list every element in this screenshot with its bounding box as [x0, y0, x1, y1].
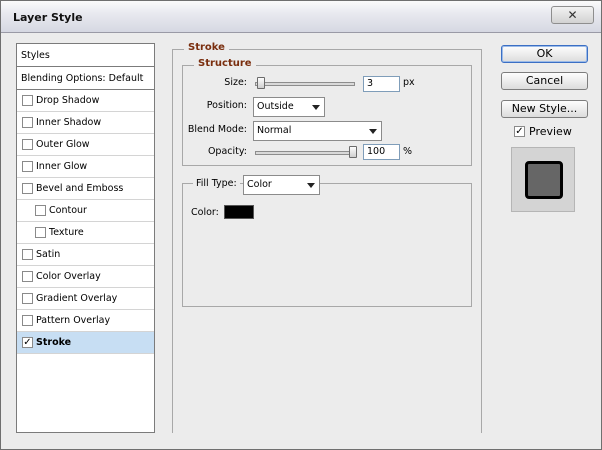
size-unit: px	[403, 77, 415, 88]
cancel-button[interactable]: Cancel	[501, 72, 588, 90]
new-style-button[interactable]: New Style...	[501, 100, 588, 118]
fill-type-group	[182, 183, 472, 307]
style-item-gradient-overlay[interactable]: Gradient Overlay	[17, 288, 154, 310]
style-checkbox[interactable]	[22, 271, 33, 282]
position-value: Outside	[257, 101, 294, 112]
style-checkbox[interactable]	[22, 183, 33, 194]
style-checkbox[interactable]	[35, 205, 46, 216]
fill-type-select[interactable]: Color	[243, 175, 320, 195]
fill-type-value: Color	[247, 179, 272, 190]
style-item-label: Texture	[49, 227, 84, 238]
style-item-pattern-overlay[interactable]: Pattern Overlay	[17, 310, 154, 332]
opacity-slider[interactable]	[255, 151, 355, 155]
blend-mode-select[interactable]: Normal	[253, 121, 382, 141]
style-item-outer-glow[interactable]: Outer Glow	[17, 134, 154, 156]
style-item-label: Inner Shadow	[36, 117, 102, 128]
style-item-contour[interactable]: Contour	[17, 200, 154, 222]
style-item-drop-shadow[interactable]: Drop Shadow	[17, 90, 154, 112]
color-label: Color:	[191, 207, 219, 218]
style-item-label: Bevel and Emboss	[36, 183, 124, 194]
style-checkbox[interactable]	[22, 249, 33, 260]
style-checkbox[interactable]	[35, 227, 46, 238]
style-item-label: Contour	[49, 205, 87, 216]
style-item-inner-glow[interactable]: Inner Glow	[17, 156, 154, 178]
style-item-label: Inner Glow	[36, 161, 88, 172]
size-label: Size:	[224, 77, 247, 88]
style-checkbox[interactable]	[22, 293, 33, 304]
position-label: Position:	[206, 100, 247, 111]
stroke-title: Stroke	[184, 42, 229, 53]
style-item-label: Color Overlay	[36, 271, 101, 282]
style-item-bevel-and-emboss[interactable]: Bevel and Emboss	[17, 178, 154, 200]
style-item-label: Drop Shadow	[36, 95, 100, 106]
title-bar: Layer Style ✕	[1, 1, 601, 33]
style-item-label: Satin	[36, 249, 61, 260]
opacity-slider-thumb[interactable]	[349, 146, 357, 158]
stroke-color-swatch[interactable]	[224, 205, 254, 219]
style-checkbox[interactable]	[22, 139, 33, 150]
preview-label: Preview	[529, 125, 572, 138]
style-item-satin[interactable]: Satin	[17, 244, 154, 266]
close-button[interactable]: ✕	[551, 6, 594, 24]
styles-header-label: Styles	[21, 50, 50, 61]
structure-title: Structure	[194, 58, 256, 69]
size-slider-thumb[interactable]	[257, 77, 265, 89]
close-icon: ✕	[567, 8, 578, 22]
opacity-field[interactable]: 100	[363, 144, 400, 160]
blend-mode-label: Blend Mode:	[187, 124, 247, 135]
blend-mode-value: Normal	[257, 125, 292, 136]
chevron-down-icon	[307, 183, 315, 188]
style-checkbox[interactable]	[22, 95, 33, 106]
position-select[interactable]: Outside	[253, 97, 325, 117]
size-field[interactable]: 3	[363, 76, 400, 92]
layer-style-dialog: Layer Style ✕ Styles Blending Options: D…	[0, 0, 602, 450]
style-item-color-overlay[interactable]: Color Overlay	[17, 266, 154, 288]
chevron-down-icon	[369, 129, 377, 134]
chevron-down-icon	[312, 105, 320, 110]
style-item-label: Outer Glow	[36, 139, 90, 150]
style-checkbox[interactable]: ✓	[22, 337, 33, 348]
blending-options-item[interactable]: Blending Options: Default	[17, 67, 154, 90]
style-checkbox[interactable]	[22, 117, 33, 128]
style-item-label: Pattern Overlay	[36, 315, 111, 326]
style-item-texture[interactable]: Texture	[17, 222, 154, 244]
preview-checkbox[interactable]: ✓	[514, 126, 525, 137]
preview-box	[511, 147, 575, 212]
size-slider[interactable]	[255, 82, 355, 86]
style-item-stroke[interactable]: ✓ Stroke	[17, 332, 154, 354]
style-item-inner-shadow[interactable]: Inner Shadow	[17, 112, 154, 134]
blending-options-label: Blending Options: Default	[21, 73, 144, 84]
dialog-title: Layer Style	[13, 11, 83, 24]
style-item-label: Gradient Overlay	[36, 293, 118, 304]
style-checkbox[interactable]	[22, 315, 33, 326]
opacity-unit: %	[403, 146, 413, 157]
style-checkbox[interactable]	[22, 161, 33, 172]
styles-list: Styles Blending Options: Default Drop Sh…	[16, 43, 155, 433]
ok-button[interactable]: OK	[501, 45, 588, 63]
style-item-label: Stroke	[36, 337, 72, 348]
opacity-label: Opacity:	[207, 146, 247, 157]
preview-swatch	[525, 161, 563, 199]
styles-header[interactable]: Styles	[17, 44, 154, 67]
fill-type-label: Fill Type:	[193, 178, 240, 189]
